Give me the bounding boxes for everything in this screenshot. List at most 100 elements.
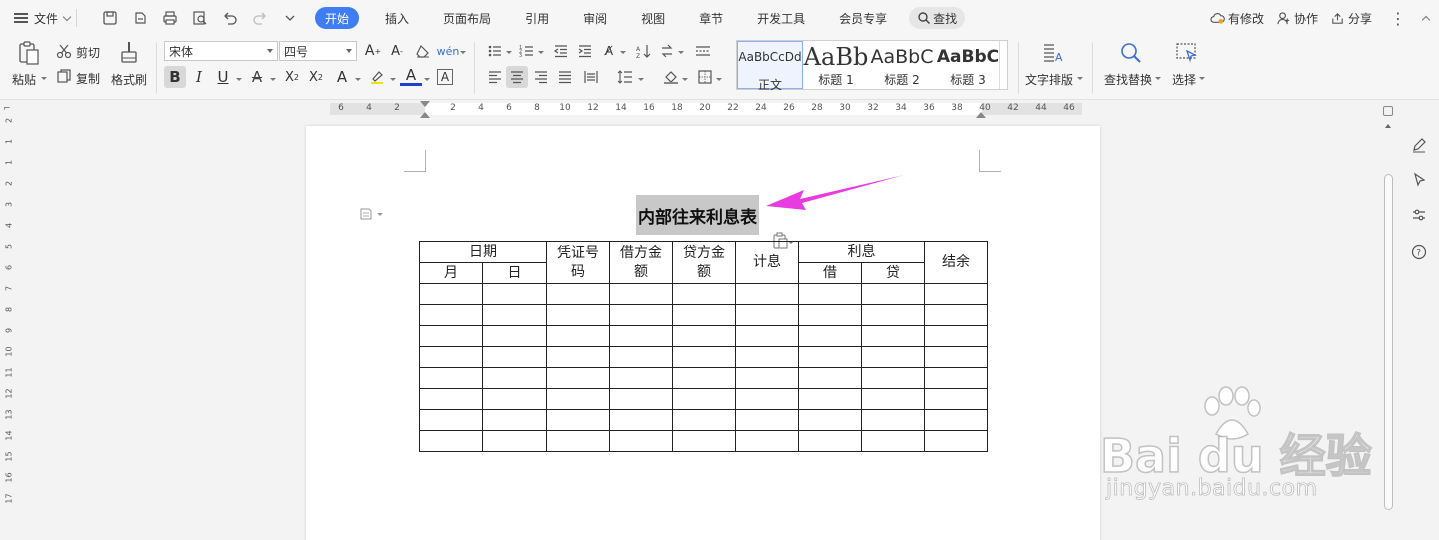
table-cell[interactable]	[735, 346, 799, 368]
bold-icon[interactable]: B	[164, 66, 186, 88]
highlight-dropdown-arrow[interactable]	[390, 78, 396, 81]
table-cell[interactable]	[482, 388, 547, 410]
vertical-ruler[interactable]: 2 1 1 2 3 4 5 6 7 8 9 10 11 12 13 14 15 16 17	[0, 118, 16, 540]
table-cell[interactable]	[546, 409, 610, 431]
underline-icon[interactable]: U	[212, 66, 234, 88]
phonetic-dropdown-arrow[interactable]	[460, 51, 466, 54]
vertical-scrollbar[interactable]	[1381, 106, 1395, 540]
table-cell[interactable]	[546, 346, 610, 368]
font-size-select[interactable]: 四号	[279, 41, 357, 61]
decrease-indent-icon[interactable]	[550, 40, 572, 62]
line-spacing-dropdown-arrow[interactable]	[638, 78, 644, 81]
paste-button[interactable]: 粘贴	[12, 71, 36, 88]
settings-sliders-icon[interactable]	[1409, 205, 1429, 225]
select-dropdown-arrow[interactable]	[1199, 77, 1205, 80]
table-cell[interactable]	[672, 430, 736, 452]
table-cell[interactable]	[672, 346, 736, 368]
table-cell[interactable]	[419, 367, 483, 389]
table-tools-icon[interactable]	[692, 40, 714, 62]
text-effect-dropdown-arrow[interactable]	[355, 78, 361, 81]
header-interest-calc[interactable]: 计息	[735, 241, 799, 284]
scroll-up-arrow[interactable]	[1385, 124, 1391, 128]
more-icon[interactable]: ⋮	[1390, 9, 1406, 28]
table-cell[interactable]	[861, 409, 925, 431]
font-grow-icon[interactable]: A +	[362, 40, 384, 62]
strikethrough-icon[interactable]: A	[246, 66, 268, 88]
table-cell[interactable]	[482, 346, 547, 368]
table-cell[interactable]	[546, 367, 610, 389]
table-cell[interactable]	[609, 430, 673, 452]
table-cell[interactable]	[482, 283, 547, 305]
file-menu[interactable]: 文件	[14, 6, 72, 30]
table-cell[interactable]	[735, 367, 799, 389]
table-cell[interactable]	[798, 346, 862, 368]
table-cell[interactable]	[861, 304, 925, 326]
tab-home[interactable]: 开始	[315, 7, 360, 29]
hanging-indent-marker[interactable]	[420, 110, 430, 118]
chinese-layout-icon[interactable]: A̸	[598, 40, 620, 62]
split-view-icon[interactable]	[1383, 106, 1393, 116]
chinese-layout-dropdown-arrow[interactable]	[620, 51, 626, 54]
tab-page-layout[interactable]: 页面布局	[431, 7, 503, 29]
style-heading-1[interactable]: AaBb 标题 1	[803, 41, 869, 89]
tab-stop-selector-icon[interactable]: ⌐	[3, 104, 11, 114]
table-cell[interactable]	[672, 388, 736, 410]
table-cell[interactable]	[482, 325, 547, 347]
table-cell[interactable]	[798, 325, 862, 347]
customize-toolbar-icon[interactable]	[277, 6, 303, 30]
borders-icon[interactable]	[694, 66, 716, 88]
table-cell[interactable]	[924, 430, 988, 452]
edit-pen-icon[interactable]	[1409, 135, 1429, 155]
collab-button[interactable]: 协作	[1276, 10, 1318, 27]
table-cell[interactable]	[419, 430, 483, 452]
align-center-icon[interactable]	[506, 66, 528, 88]
underline-dropdown-arrow[interactable]	[236, 78, 242, 81]
font-color-icon[interactable]: A	[400, 66, 422, 86]
table-cell[interactable]	[861, 367, 925, 389]
scroll-thumb[interactable]	[1384, 174, 1393, 510]
table-cell[interactable]	[546, 430, 610, 452]
table-cell[interactable]	[609, 325, 673, 347]
highlight-icon[interactable]	[366, 66, 388, 88]
document-title[interactable]: 内部往来利息表	[636, 195, 759, 235]
table-cell[interactable]	[861, 346, 925, 368]
increase-indent-icon[interactable]	[574, 40, 596, 62]
header-date[interactable]: 日期	[419, 241, 547, 263]
styles-scroll[interactable]	[999, 41, 1007, 89]
table-cell[interactable]	[798, 409, 862, 431]
clear-format-icon[interactable]	[412, 40, 434, 62]
paragraph-mark-dropdown-arrow[interactable]	[678, 51, 684, 54]
table-cell[interactable]	[609, 283, 673, 305]
header-day[interactable]: 日	[482, 262, 547, 284]
table-cell[interactable]	[672, 304, 736, 326]
bullet-dropdown-arrow[interactable]	[506, 51, 512, 54]
font-shrink-icon[interactable]: A-	[386, 40, 408, 62]
table-cell[interactable]	[798, 367, 862, 389]
strike-dropdown-arrow[interactable]	[270, 78, 276, 81]
print-icon[interactable]	[157, 6, 183, 30]
header-credit[interactable]: 贷方金额	[672, 241, 736, 284]
borders-dropdown-arrow[interactable]	[716, 78, 722, 81]
tab-view[interactable]: 视图	[629, 7, 677, 29]
undo-icon[interactable]	[217, 6, 243, 30]
table-cell[interactable]	[924, 283, 988, 305]
tab-references[interactable]: 引用	[513, 7, 561, 29]
subscript-icon[interactable]: X2	[305, 66, 327, 88]
table-cell[interactable]	[735, 325, 799, 347]
distributed-align-icon[interactable]	[580, 66, 602, 88]
line-spacing-icon[interactable]	[614, 66, 636, 88]
copy-button[interactable]: 复制	[76, 70, 100, 87]
interest-table[interactable]: 日期 凭证号码 借方金额 贷方金额 计息 利息 结余 月 日 借 贷	[419, 241, 988, 452]
tab-review[interactable]: 审阅	[571, 7, 619, 29]
table-cell[interactable]	[482, 409, 547, 431]
table-cell[interactable]	[672, 325, 736, 347]
share-button[interactable]: 分享	[1330, 10, 1372, 27]
table-cell[interactable]	[419, 304, 483, 326]
text-layout-dropdown-arrow[interactable]	[1077, 77, 1083, 80]
cut-button[interactable]: 剪切	[76, 44, 100, 61]
table-cell[interactable]	[419, 346, 483, 368]
table-cell[interactable]	[482, 304, 547, 326]
format-painter-button[interactable]: 格式刷	[111, 71, 147, 88]
font-color-dropdown-arrow[interactable]	[424, 78, 430, 81]
header-borrow[interactable]: 借	[798, 262, 862, 284]
